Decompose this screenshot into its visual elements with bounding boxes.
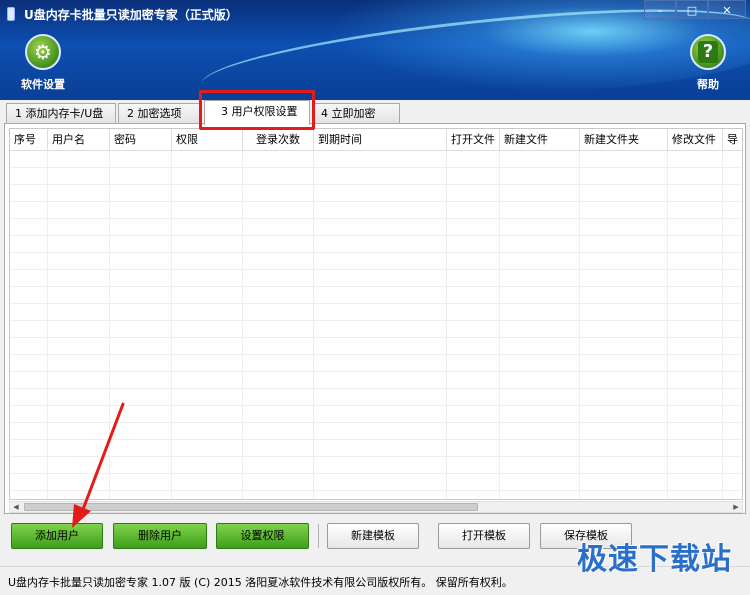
col-new-file[interactable]: 新建文件 (500, 129, 580, 151)
table-body[interactable] (10, 151, 742, 499)
col-modify-file[interactable]: 修改文件 (668, 129, 723, 151)
grid-line (579, 151, 580, 499)
add-user-button[interactable]: 添加用户 (11, 523, 103, 549)
help-button[interactable]: ? 帮助 (688, 34, 728, 92)
window-title: U盘内存卡批量只读加密专家（正式版） (24, 8, 238, 22)
grid-line (109, 151, 110, 499)
title-bar[interactable]: U盘内存卡批量只读加密专家（正式版） – □ ✕ (0, 0, 750, 28)
col-open-file[interactable]: 打开文件 (447, 129, 500, 151)
grid-line (313, 151, 314, 499)
user-table[interactable]: 序号 用户名 密码 权限 登录次数 到期时间 打开文件 新建文件 新建文件夹 修… (9, 128, 743, 500)
scroll-left-icon[interactable]: ◀ (10, 502, 22, 512)
scroll-right-icon[interactable]: ▶ (730, 502, 742, 512)
grid-line (242, 151, 243, 499)
col-login-count[interactable]: 登录次数 (243, 129, 314, 151)
tab-bar: 1 添加内存卡/U盘 2 加密选项 3 用户权限设置 4 立即加密 (0, 100, 750, 125)
horizontal-scrollbar[interactable]: ◀ ▶ (9, 501, 743, 513)
tab-encrypt-options[interactable]: 2 加密选项 (118, 103, 202, 124)
col-permission[interactable]: 权限 (172, 129, 243, 151)
gear-icon: ⚙ (25, 34, 61, 70)
usb-app-icon (7, 7, 15, 21)
copyright-text: U盘内存卡批量只读加密专家 1.07 版 (C) 2015 洛阳夏冰软件技术有限… (8, 576, 513, 589)
col-index[interactable]: 序号 (10, 129, 48, 151)
scrollbar-thumb[interactable] (24, 503, 478, 511)
tab-panel: 序号 用户名 密码 权限 登录次数 到期时间 打开文件 新建文件 新建文件夹 修… (4, 123, 746, 514)
table-header: 序号 用户名 密码 权限 登录次数 到期时间 打开文件 新建文件 新建文件夹 修… (10, 129, 742, 151)
set-permission-button[interactable]: 设置权限 (216, 523, 309, 549)
close-button[interactable]: ✕ (708, 0, 746, 19)
software-settings-button[interactable]: ⚙ 软件设置 (18, 34, 68, 92)
col-password[interactable]: 密码 (110, 129, 172, 151)
grid-line (171, 151, 172, 499)
delete-user-button[interactable]: 删除用户 (113, 523, 207, 549)
question-icon: ? (690, 34, 726, 70)
tab-encrypt-now[interactable]: 4 立即加密 (312, 103, 400, 124)
window-controls: – □ ✕ (644, 0, 746, 19)
new-template-button[interactable]: 新建模板 (327, 523, 419, 549)
col-new-folder[interactable]: 新建文件夹 (580, 129, 668, 151)
watermark-logo: 极速下载站 (577, 542, 732, 577)
col-username[interactable]: 用户名 (48, 129, 110, 151)
tab-highlight-box (199, 90, 315, 130)
software-settings-label: 软件设置 (21, 78, 65, 91)
col-export[interactable]: 导 (723, 129, 742, 151)
grid-line (499, 151, 500, 499)
grid-line (446, 151, 447, 499)
col-expire-time[interactable]: 到期时间 (314, 129, 447, 151)
minimize-button[interactable]: – (644, 0, 676, 19)
grid-line (722, 151, 723, 499)
tab-add-card[interactable]: 1 添加内存卡/U盘 (6, 103, 116, 124)
open-template-button[interactable]: 打开模板 (438, 523, 530, 549)
grid-line (47, 151, 48, 499)
help-label: 帮助 (697, 78, 719, 91)
maximize-button[interactable]: □ (676, 0, 708, 19)
app-header: U盘内存卡批量只读加密专家（正式版） – □ ✕ ⚙ 软件设置 ? 帮助 (0, 0, 750, 100)
grid-line (667, 151, 668, 499)
button-separator (318, 524, 319, 548)
